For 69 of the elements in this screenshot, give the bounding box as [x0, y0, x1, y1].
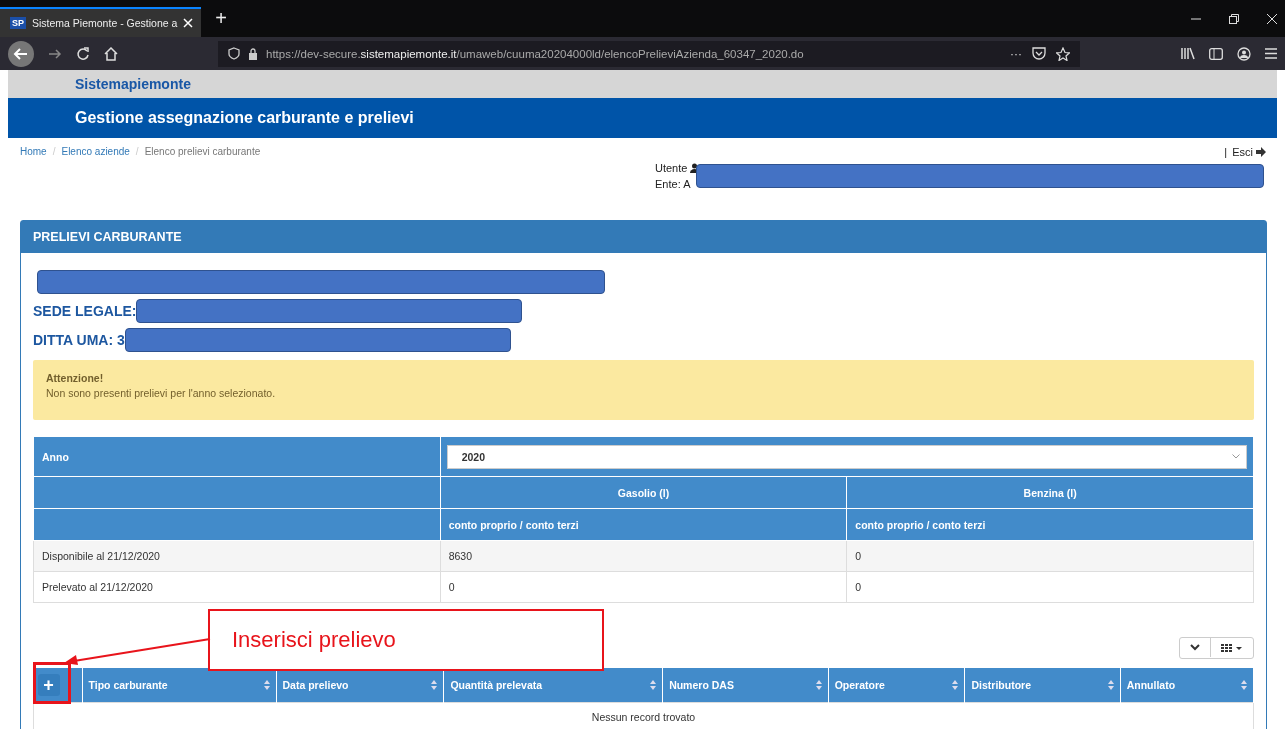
- ente-label: Ente: A: [655, 177, 692, 192]
- panel-title: PRELIEVI CARBURANTE: [21, 221, 1266, 253]
- account-icon[interactable]: [1237, 46, 1251, 61]
- menu-icon[interactable]: [1265, 48, 1277, 59]
- table-cell: 0: [440, 571, 847, 603]
- user-label: Utente: [655, 162, 688, 174]
- sede-legale-label: SEDE LEGALE:: [33, 302, 137, 319]
- url-text: https://dev-secure.sistemapiemonte.it/umaweb/cuuma20204000ld/elencoPrelieviAzienda_60347_2020.do: [266, 47, 804, 60]
- tab-title: Sistema Piemonte - Gestione a: [32, 17, 178, 29]
- forward-icon[interactable]: [48, 46, 62, 61]
- table-cell: Disponibile al 21/12/2020: [33, 540, 441, 572]
- column-header[interactable]: Quantità prelevata: [450, 679, 543, 691]
- logout-link[interactable]: Esci: [1232, 146, 1253, 158]
- ditta-uma-label: DITTA UMA: 3: [33, 331, 125, 348]
- restore-icon[interactable]: [1229, 13, 1239, 24]
- tab-logo: SP: [10, 17, 26, 29]
- breadcrumb-separator: /: [52, 146, 56, 158]
- add-button[interactable]: +: [37, 674, 60, 696]
- table-cell: 8630: [440, 540, 847, 572]
- app-title: Gestione assegnazione carburante e prelievi: [75, 109, 414, 127]
- new-tab-button[interactable]: +: [215, 7, 228, 30]
- table-cell: 0: [846, 571, 1254, 603]
- table-header: Anno: [33, 436, 441, 477]
- reload-icon[interactable]: [76, 46, 90, 61]
- breadcrumb-separator: /: [135, 146, 139, 158]
- star-icon[interactable]: [1056, 46, 1070, 61]
- column-header[interactable]: Numero DAS: [669, 679, 734, 691]
- sort-icon[interactable]: [650, 680, 657, 690]
- breadcrumb-current: Elenco prelievi carburante: [144, 146, 261, 158]
- sidebar-icon[interactable]: [1209, 47, 1223, 60]
- sort-icon[interactable]: [431, 680, 438, 690]
- pocket-icon[interactable]: [1032, 47, 1046, 60]
- back-icon[interactable]: [8, 40, 34, 67]
- column-header[interactable]: Data prelievo: [282, 679, 349, 691]
- column-header: conto proprio / conto terzi: [846, 508, 1254, 541]
- shield-icon: [228, 47, 240, 60]
- chevron-down-icon: [1232, 454, 1240, 459]
- column-header[interactable]: Operatore: [834, 679, 885, 691]
- sort-icon[interactable]: [815, 680, 822, 690]
- column-header[interactable]: Annullato: [1126, 679, 1176, 691]
- sort-icon[interactable]: [1241, 680, 1247, 690]
- annotation-callout: Inserisci prelievo: [208, 609, 604, 671]
- browser-tab[interactable]: SP Sistema Piemonte - Gestione a: [0, 7, 202, 37]
- address-bar[interactable]: https://dev-secure.sistemapiemonte.it/umaweb/cuuma20204000ld/elencoPrelieviAzienda_60347_2020.do ···: [218, 40, 1080, 67]
- separator-text: |: [1224, 146, 1228, 158]
- column-header: Gasolio (l): [440, 476, 847, 509]
- highlight-frame: [33, 662, 71, 704]
- alert-title: Attenzione!: [46, 372, 105, 384]
- sort-icon[interactable]: [1107, 680, 1114, 690]
- home-icon[interactable]: [104, 46, 118, 61]
- empty-message: Nessun record trovato: [591, 711, 696, 723]
- more-button[interactable]: ···: [1010, 46, 1022, 61]
- column-header: Benzina (l): [846, 476, 1254, 509]
- close-icon[interactable]: [1267, 13, 1277, 24]
- site-brand[interactable]: Sistemapiemonte: [75, 76, 191, 92]
- sort-icon[interactable]: [952, 680, 959, 690]
- lock-icon: [248, 47, 258, 60]
- library-icon[interactable]: [1181, 47, 1195, 60]
- breadcrumb-link[interactable]: Home: [20, 146, 47, 158]
- column-header: conto proprio / conto terzi: [440, 508, 847, 541]
- breadcrumb-link[interactable]: Elenco aziende: [61, 146, 130, 158]
- column-header[interactable]: Tipo carburante: [88, 679, 168, 691]
- alert-message: Non sono presenti prelievi per l'anno selezionato.: [46, 387, 277, 399]
- sort-icon[interactable]: [263, 680, 270, 690]
- year-dropdown[interactable]: 2020: [446, 444, 1247, 469]
- logout-icon[interactable]: [1256, 147, 1267, 157]
- column-header[interactable]: Distributore: [971, 679, 1031, 691]
- table-cell: Prelevato al 21/12/2020: [33, 571, 441, 603]
- table-cell: 0: [846, 540, 1254, 572]
